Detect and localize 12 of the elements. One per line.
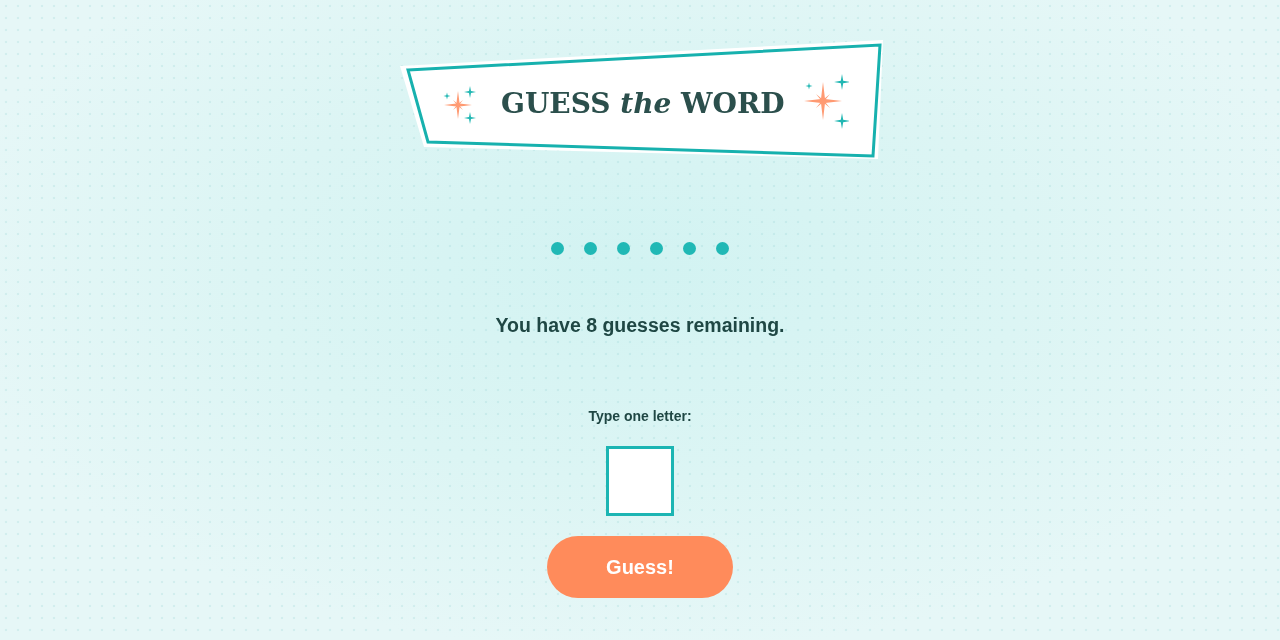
dot-icon	[551, 242, 564, 255]
dot-icon	[716, 242, 729, 255]
logo-title: GUESS the WORD	[500, 86, 786, 122]
guess-button[interactable]: Guess!	[547, 536, 733, 598]
dot-icon	[650, 242, 663, 255]
dot-icon	[617, 242, 630, 255]
dot-icon	[683, 242, 696, 255]
dot-icon	[584, 242, 597, 255]
letter-input-field[interactable]	[606, 446, 674, 516]
guesses-remaining-message: You have 8 guesses remaining.	[495, 313, 785, 338]
sparkle-icon	[443, 85, 477, 125]
letter-field-label: Type one letter:	[588, 407, 692, 426]
